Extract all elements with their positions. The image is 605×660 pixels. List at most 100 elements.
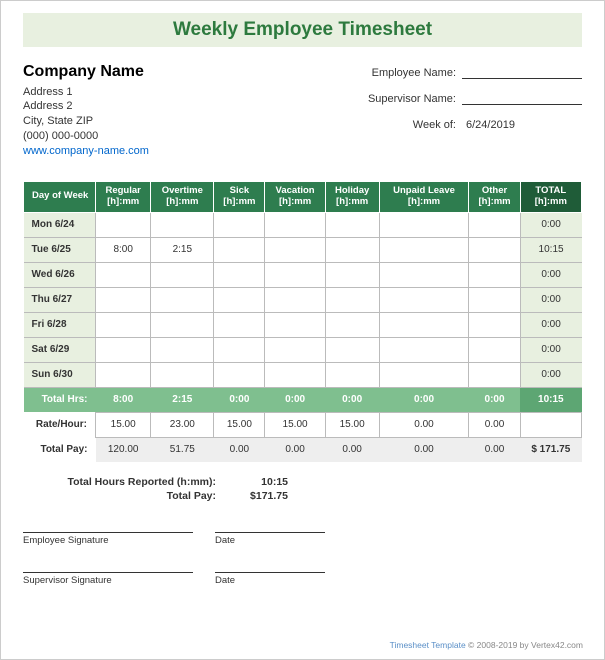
hours-cell[interactable] — [265, 262, 325, 287]
hours-cell[interactable] — [469, 212, 520, 237]
employee-signature-line[interactable]: Employee Signature — [23, 532, 193, 546]
hours-cell[interactable] — [96, 312, 151, 337]
hours-cell[interactable] — [214, 362, 265, 387]
employee-signature-date[interactable]: Date — [215, 532, 325, 546]
company-citystate: City, State ZIP — [23, 114, 149, 129]
col-overtime: Overtime[h]:mm — [151, 181, 214, 212]
company-block: Company Name Address 1 Address 2 City, S… — [23, 61, 149, 159]
hours-cell[interactable] — [214, 262, 265, 287]
total-total: 10:15 — [520, 387, 581, 412]
row-total: 0:00 — [520, 337, 581, 362]
supervisor-signature-date[interactable]: Date — [215, 572, 325, 586]
hours-cell[interactable] — [151, 362, 214, 387]
supervisor-name-field[interactable] — [462, 91, 582, 105]
hours-cell[interactable] — [265, 237, 325, 262]
hours-cell[interactable] — [214, 212, 265, 237]
hours-cell[interactable] — [96, 262, 151, 287]
rate-overtime[interactable]: 23.00 — [151, 412, 214, 437]
summary-block: Total Hours Reported (h:mm): 10:15 Total… — [63, 476, 582, 502]
hours-cell[interactable] — [325, 362, 379, 387]
hours-cell[interactable] — [265, 212, 325, 237]
footer-link[interactable]: Timesheet Template — [390, 640, 466, 650]
hours-cell[interactable] — [469, 312, 520, 337]
hours-cell[interactable] — [379, 337, 469, 362]
weekof-value: 6/24/2019 — [462, 119, 582, 131]
col-holiday: Holiday[h]:mm — [325, 181, 379, 212]
company-addr1: Address 1 — [23, 85, 149, 100]
hours-cell[interactable] — [469, 337, 520, 362]
day-cell: Thu 6/27 — [24, 287, 96, 312]
rate-vacation[interactable]: 15.00 — [265, 412, 325, 437]
hours-cell[interactable]: 8:00 — [96, 237, 151, 262]
hours-cell[interactable] — [265, 312, 325, 337]
day-cell: Mon 6/24 — [24, 212, 96, 237]
supervisor-signature-line[interactable]: Supervisor Signature — [23, 572, 193, 586]
rate-unpaid[interactable]: 0.00 — [379, 412, 469, 437]
hours-cell[interactable] — [325, 237, 379, 262]
hours-cell[interactable] — [379, 312, 469, 337]
hours-cell[interactable] — [469, 362, 520, 387]
hours-cell[interactable] — [379, 212, 469, 237]
hours-cell[interactable] — [151, 312, 214, 337]
day-cell: Sat 6/29 — [24, 337, 96, 362]
row-total: 0:00 — [520, 312, 581, 337]
hours-cell[interactable] — [151, 337, 214, 362]
timesheet-table: Day of Week Regular[h]:mm Overtime[h]:mm… — [23, 181, 582, 462]
col-other: Other[h]:mm — [469, 181, 520, 212]
table-row: Tue 6/258:002:1510:15 — [24, 237, 582, 262]
company-phone: (000) 000-0000 — [23, 129, 149, 144]
rate-regular[interactable]: 15.00 — [96, 412, 151, 437]
meta-block: Employee Name: Supervisor Name: Week of:… — [368, 61, 582, 159]
hours-cell[interactable] — [214, 287, 265, 312]
hours-cell[interactable] — [469, 262, 520, 287]
col-day: Day of Week — [24, 181, 96, 212]
hours-cell[interactable] — [325, 312, 379, 337]
employee-name-field[interactable] — [462, 65, 582, 79]
hours-cell[interactable] — [325, 262, 379, 287]
hours-cell[interactable] — [379, 362, 469, 387]
pay-regular: 120.00 — [96, 437, 151, 462]
row-total: 0:00 — [520, 262, 581, 287]
hours-cell[interactable] — [469, 237, 520, 262]
hours-cell[interactable] — [214, 312, 265, 337]
rate-other[interactable]: 0.00 — [469, 412, 520, 437]
summary-hours-label: Total Hours Reported (h:mm): — [63, 476, 228, 488]
table-row: Fri 6/28 0:00 — [24, 312, 582, 337]
hours-cell[interactable] — [96, 287, 151, 312]
summary-pay-value: $171.75 — [228, 490, 288, 502]
hours-cell[interactable] — [379, 262, 469, 287]
hours-cell[interactable] — [214, 337, 265, 362]
hours-cell[interactable] — [325, 212, 379, 237]
col-vacation: Vacation[h]:mm — [265, 181, 325, 212]
hours-cell[interactable] — [325, 337, 379, 362]
header-row: Day of Week Regular[h]:mm Overtime[h]:mm… — [24, 181, 582, 212]
company-name: Company Name — [23, 61, 149, 83]
hours-cell[interactable] — [379, 237, 469, 262]
hours-cell[interactable] — [469, 287, 520, 312]
hours-cell[interactable] — [151, 212, 214, 237]
company-url[interactable]: www.company-name.com — [23, 144, 149, 159]
company-addr2: Address 2 — [23, 99, 149, 114]
table-row: Sun 6/300:00 — [24, 362, 582, 387]
rate-holiday[interactable]: 15.00 — [325, 412, 379, 437]
hours-cell[interactable] — [265, 337, 325, 362]
hours-cell[interactable]: 2:15 — [151, 237, 214, 262]
col-unpaid: Unpaid Leave[h]:mm — [379, 181, 469, 212]
row-total: 10:15 — [520, 237, 581, 262]
hours-cell[interactable] — [151, 287, 214, 312]
hours-cell[interactable] — [96, 337, 151, 362]
day-cell: Fri 6/28 — [24, 312, 96, 337]
rate-sick[interactable]: 15.00 — [214, 412, 265, 437]
total-regular: 8:00 — [96, 387, 151, 412]
total-holiday: 0:00 — [325, 387, 379, 412]
hours-cell[interactable] — [151, 262, 214, 287]
footer-copyright: © 2008-2019 by Vertex42.com — [466, 640, 583, 650]
hours-cell[interactable] — [96, 212, 151, 237]
hours-cell[interactable] — [214, 237, 265, 262]
col-total: TOTAL[h]:mm — [520, 181, 581, 212]
hours-cell[interactable] — [325, 287, 379, 312]
hours-cell[interactable] — [96, 362, 151, 387]
hours-cell[interactable] — [265, 362, 325, 387]
hours-cell[interactable] — [265, 287, 325, 312]
hours-cell[interactable] — [379, 287, 469, 312]
